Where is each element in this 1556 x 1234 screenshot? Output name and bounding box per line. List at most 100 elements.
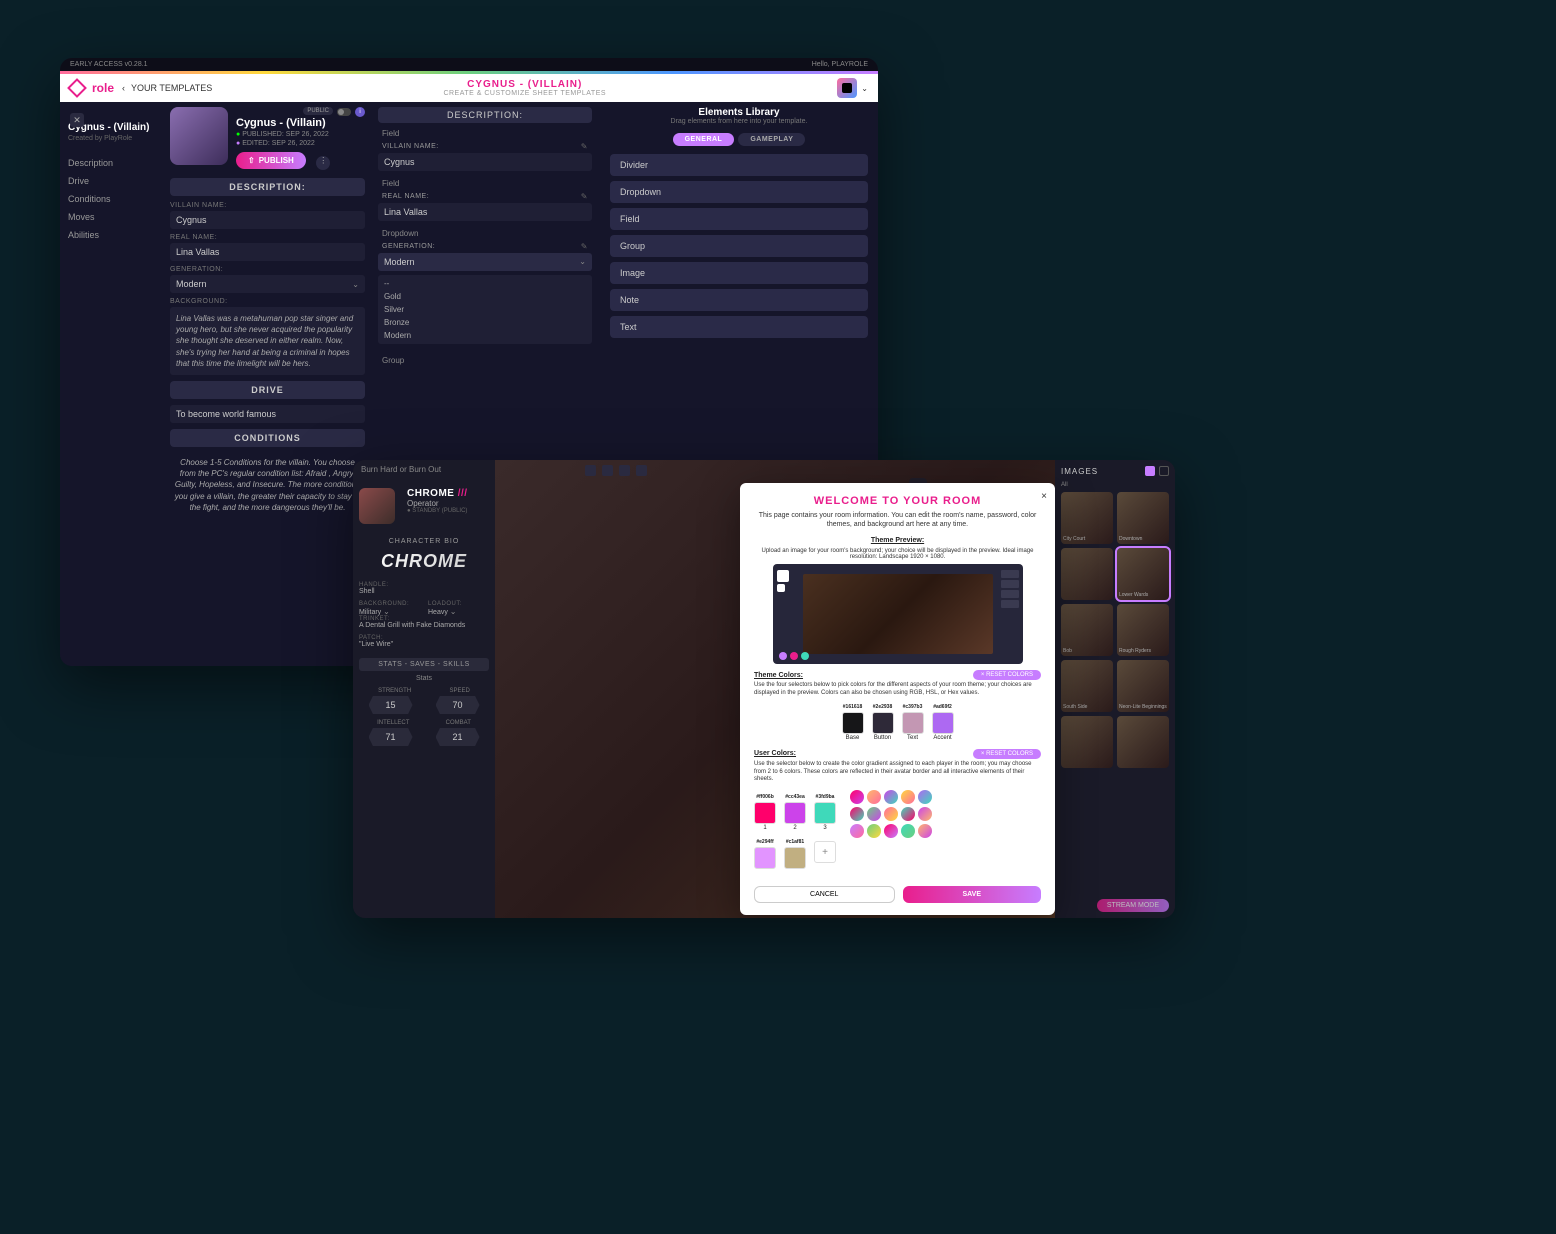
loadout-select[interactable]: Heavy ⌄ (428, 607, 489, 616)
preview-gen-label: GENERATION: (382, 243, 435, 250)
option-dash[interactable]: -- (378, 277, 592, 290)
image-thumb[interactable] (1061, 716, 1113, 768)
option-modern[interactable]: Modern (378, 329, 592, 342)
modal-close-icon[interactable]: × (1041, 491, 1047, 502)
images-panel: IMAGES All City Court Downtown Lower War… (1055, 460, 1175, 918)
preview-field-type: Field (378, 127, 592, 140)
reset-theme-button[interactable]: × RESET COLORS (973, 670, 1041, 680)
add-image-icon[interactable] (1145, 466, 1155, 476)
generation-select[interactable]: Modern⌄ (170, 275, 365, 293)
nav-item-abilities[interactable]: Abilities (68, 226, 157, 244)
header-bar: role ‹ YOUR TEMPLATES CYGNUS - (VILLAIN)… (60, 74, 878, 102)
color-swatch-base[interactable] (842, 712, 864, 734)
section-nav: Cygnus - (Villain) Created by PlayRole D… (60, 102, 165, 666)
nav-item-moves[interactable]: Moves (68, 208, 157, 226)
toolbar-icon[interactable] (636, 465, 647, 476)
save-button[interactable]: SAVE (903, 886, 1042, 903)
color-swatch-text[interactable] (902, 712, 924, 734)
user-color-2[interactable] (784, 802, 806, 824)
lib-group[interactable]: Group (610, 235, 868, 257)
gradient-preview-grid (850, 790, 932, 838)
search-icon[interactable] (1159, 466, 1169, 476)
published-date: PUBLISHED: SEP 26, 2022 (242, 131, 329, 138)
toolbar-icon[interactable] (585, 465, 596, 476)
color-swatch-button[interactable] (872, 712, 894, 734)
image-thumb[interactable]: South Side (1061, 660, 1113, 712)
character-panel: CHROME /// Operator ● STANDBY (PUBLIC) C… (353, 460, 495, 918)
image-thumb[interactable] (1061, 548, 1113, 600)
publish-button[interactable]: ⇧PUBLISH (236, 152, 306, 169)
preview-villain-value[interactable]: Cygnus (378, 153, 592, 171)
bg-select[interactable]: Military ⌄ (359, 607, 420, 616)
toolbar-icon[interactable] (602, 465, 613, 476)
lib-field[interactable]: Field (610, 208, 868, 230)
preview-gen-select[interactable]: Modern⌄ (378, 253, 592, 271)
nav-item-description[interactable]: Description (68, 154, 157, 172)
background-text[interactable]: Lina Vallas was a metahuman pop star sin… (170, 307, 365, 375)
topbar: EARLY ACCESS v0.28.1 Hello, PLAYROLE (60, 58, 878, 71)
stat-strength[interactable]: 15 (369, 696, 413, 714)
user-color-5[interactable] (784, 847, 806, 869)
lib-text[interactable]: Text (610, 316, 868, 338)
edit-icon[interactable]: ✎ (581, 192, 588, 201)
more-icon[interactable]: ⋮ (316, 156, 330, 170)
handle-value[interactable]: Shell (359, 588, 489, 595)
toolbar-icon[interactable] (619, 465, 630, 476)
user-color-4[interactable] (754, 847, 776, 869)
user-color-3[interactable] (814, 802, 836, 824)
stat-intellect[interactable]: 71 (369, 728, 413, 746)
char-portrait[interactable] (359, 488, 395, 524)
lib-divider[interactable]: Divider (610, 154, 868, 176)
villain-name-input[interactable]: Cygnus (170, 211, 365, 229)
room-background: ◉ ▦ ♪ ▢ ⬡ ☰ × WELCOME TO YOUR ROOM This … (495, 460, 1055, 918)
lib-note[interactable]: Note (610, 289, 868, 311)
stream-mode-badge[interactable]: STREAM MODE (1097, 899, 1169, 912)
logo-text: role (92, 81, 114, 95)
chevron-down-icon[interactable]: ⌄ (861, 84, 868, 93)
user-avatar[interactable] (837, 78, 857, 98)
back-chevron-icon[interactable]: ‹ (122, 83, 125, 93)
close-button[interactable]: ✕ (70, 113, 84, 127)
patch-value[interactable]: "Live Wire" (359, 641, 489, 648)
trinket-value[interactable]: A Dental Grill with Fake Diamonds (359, 622, 489, 629)
character-portrait[interactable] (170, 107, 228, 165)
stat-combat[interactable]: 21 (436, 728, 480, 746)
reset-user-button[interactable]: × RESET COLORS (973, 749, 1041, 759)
lib-dropdown[interactable]: Dropdown (610, 181, 868, 203)
add-color-button[interactable]: + (814, 841, 836, 863)
theme-preview[interactable] (773, 564, 1023, 664)
lib-image[interactable]: Image (610, 262, 868, 284)
visibility-badge[interactable]: PUBLIC (303, 107, 333, 115)
breadcrumb[interactable]: ‹ YOUR TEMPLATES (122, 83, 212, 93)
image-thumb[interactable]: Neon-Lite Beginnings (1117, 660, 1169, 712)
conditions-help-text: Choose 1-5 Conditions for the villain. Y… (170, 453, 365, 517)
toggle-icon[interactable] (337, 108, 351, 116)
stat-label: SPEED (449, 688, 469, 694)
image-thumb[interactable] (1117, 716, 1169, 768)
option-gold[interactable]: Gold (378, 290, 592, 303)
tab-general[interactable]: GENERAL (673, 133, 735, 146)
image-thumb-selected[interactable]: Lower Wards (1117, 548, 1169, 600)
color-swatch-accent[interactable] (932, 712, 954, 734)
image-thumb[interactable]: Rough Ryders (1117, 604, 1169, 656)
image-thumb[interactable]: Downtown (1117, 492, 1169, 544)
tab-gameplay[interactable]: GAMEPLAY (738, 133, 805, 146)
info-icon[interactable]: i (355, 107, 365, 117)
images-filter[interactable]: All (1061, 482, 1169, 488)
drive-input[interactable]: To become world famous (170, 405, 365, 423)
chevron-down-icon: ⌄ (352, 280, 359, 289)
edit-icon[interactable]: ✎ (581, 242, 588, 251)
real-name-input[interactable]: Lina Vallas (170, 243, 365, 261)
image-thumb[interactable]: City Court (1061, 492, 1113, 544)
option-silver[interactable]: Silver (378, 303, 592, 316)
user-color-1[interactable] (754, 802, 776, 824)
stat-speed[interactable]: 70 (436, 696, 480, 714)
nav-item-drive[interactable]: Drive (68, 172, 157, 190)
nav-item-conditions[interactable]: Conditions (68, 190, 157, 208)
option-bronze[interactable]: Bronze (378, 316, 592, 329)
welcome-modal: × WELCOME TO YOUR ROOM This page contain… (740, 483, 1055, 915)
cancel-button[interactable]: CANCEL (754, 886, 895, 903)
image-thumb[interactable]: Bob (1061, 604, 1113, 656)
preview-real-value[interactable]: Lina Vallas (378, 203, 592, 221)
edit-icon[interactable]: ✎ (581, 142, 588, 151)
